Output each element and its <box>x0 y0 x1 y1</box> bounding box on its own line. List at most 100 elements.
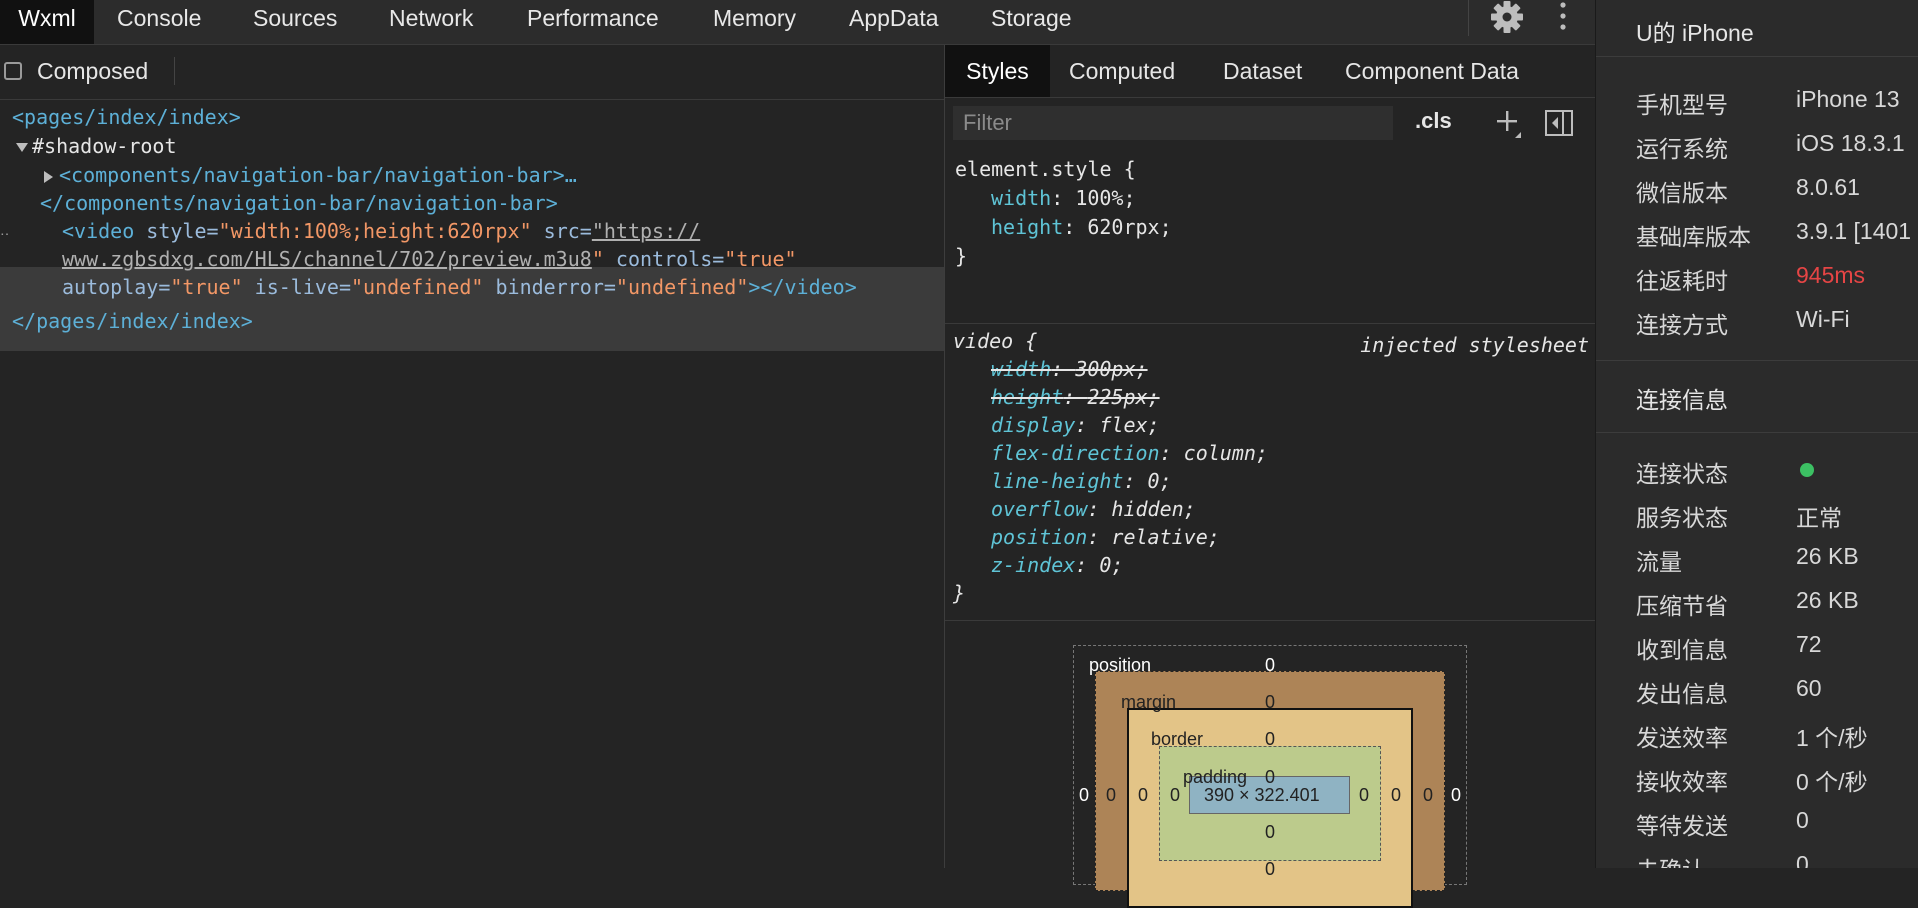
conn-row-status: 连接状态 <box>1636 455 1918 487</box>
info-row-wechat-version: 微信版本 8.0.61 <box>1636 174 1860 206</box>
style-declaration[interactable]: width: 100%; <box>991 184 1136 212</box>
margin-label: margin <box>1121 692 1177 712</box>
tree-node-navigation-bar-close[interactable]: </components/navigation-bar/navigation-b… <box>40 189 558 217</box>
tree-node-pages-close[interactable]: </pages/index/index> <box>12 307 253 335</box>
tab-appdata[interactable]: AppData <box>849 0 939 44</box>
rule-close-brace: } <box>953 581 966 605</box>
tab-wxml[interactable]: Wxml <box>0 0 94 44</box>
styles-tab-bar: Styles Computed Dataset Component Data <box>945 45 1595 98</box>
rule-selector: video { <box>953 329 1038 353</box>
video-src-link[interactable]: "https:// <box>592 219 700 243</box>
style-declaration[interactable]: position: relative; <box>991 523 1220 551</box>
styles-filter-bar: .cls <box>945 98 1595 148</box>
status-dot-icon <box>1800 463 1814 477</box>
style-declaration[interactable]: overflow: hidden; <box>991 495 1196 523</box>
style-declaration[interactable]: display: flex; <box>991 411 1160 439</box>
cls-button[interactable]: .cls <box>1415 108 1452 134</box>
connection-info-heading: 连接信息 <box>1636 387 1728 413</box>
add-rule-icon[interactable] <box>1493 105 1523 139</box>
margin-right-value: 0 <box>1423 785 1434 805</box>
content-size: 390 × 322.401 <box>1204 785 1320 805</box>
tree-node-pages-open[interactable]: <pages/index/index> <box>12 103 241 131</box>
border-right-value: 0 <box>1391 785 1402 805</box>
latency-value: 945ms <box>1796 262 1866 288</box>
conn-row-traffic: 流量 26 KB <box>1636 543 1859 575</box>
tab-storage[interactable]: Storage <box>991 0 1072 44</box>
tab-styles[interactable]: Styles <box>945 45 1050 97</box>
tab-dataset[interactable]: Dataset <box>1223 45 1302 97</box>
position-left-value: 0 <box>1079 785 1090 805</box>
tab-memory[interactable]: Memory <box>713 0 796 44</box>
border-left-value: 0 <box>1138 785 1149 805</box>
toggle-sidebar-icon[interactable] <box>1545 110 1573 136</box>
conn-row-receive-rate: 接收效率 0 个/秒 <box>1636 769 1868 795</box>
style-declaration[interactable]: flex-direction: column; <box>991 439 1268 467</box>
position-top-value: 0 <box>1265 655 1276 675</box>
tab-network[interactable]: Network <box>389 0 473 44</box>
conn-row-compressed: 压缩节省 26 KB <box>1636 587 1859 619</box>
padding-bottom-value: 0 <box>1265 822 1276 842</box>
info-row-os: 运行系统 iOS 18.3.1 <box>1636 130 1905 162</box>
gear-icon[interactable] <box>1488 0 1526 36</box>
tab-sources[interactable]: Sources <box>253 0 337 44</box>
filter-input[interactable] <box>953 106 1393 140</box>
position-label: position <box>1089 655 1152 675</box>
tab-performance[interactable]: Performance <box>527 0 659 44</box>
divider <box>1596 432 1918 433</box>
tree-node-video-line3[interactable]: autoplay="true" is-live="undefined" bind… <box>62 273 857 301</box>
node-ellipsis: ‥ <box>0 223 10 239</box>
style-declaration[interactable]: z-index: 0; <box>991 551 1123 579</box>
tree-node-video[interactable]: <video style="width:100%;height:620rpx" … <box>62 217 700 245</box>
style-declaration-overridden[interactable]: height: 225px; <box>991 383 1160 411</box>
composed-checkbox[interactable] <box>4 62 22 80</box>
box-model-diagram: position 0 margin 0 border 0 padding 0 3… <box>945 621 1595 908</box>
margin-top-value: 0 <box>1265 692 1276 712</box>
styles-panel: Styles Computed Dataset Component Data .… <box>945 45 1595 908</box>
conn-row-received: 收到信息 72 <box>1636 631 1822 663</box>
video-style-rule: video { injected stylesheet width: 300px… <box>945 327 1595 621</box>
info-row-connection-type: 连接方式 Wi-Fi <box>1636 306 1850 338</box>
info-row-latency: 往返耗时 945ms <box>1636 262 1866 294</box>
rule-close-brace: } <box>955 244 968 268</box>
conn-row-sent: 发出信息 60 <box>1636 675 1822 707</box>
border-bottom-value: 0 <box>1265 859 1276 879</box>
info-row-model: 手机型号 iPhone 13 <box>1636 86 1900 118</box>
tab-computed[interactable]: Computed <box>1069 45 1175 97</box>
tree-node-navigation-bar[interactable]: <components/navigation-bar/navigation-ba… <box>44 161 577 189</box>
toolbar-divider <box>174 57 175 85</box>
tree-node-shadow-root[interactable]: #shadow-root <box>16 132 177 160</box>
toolbar-divider <box>1468 0 1469 36</box>
conn-row-service: 服务状态 正常 <box>1636 505 1842 531</box>
wxml-toolbar: Composed <box>0 45 944 100</box>
border-label: border <box>1151 729 1204 749</box>
divider <box>1596 360 1918 361</box>
padding-right-value: 0 <box>1359 785 1370 805</box>
conn-row-send-rate: 发送效率 1 个/秒 <box>1636 725 1868 751</box>
style-declaration-overridden[interactable]: width: 300px; <box>991 355 1148 383</box>
collapse-triangle-icon[interactable] <box>44 170 53 183</box>
composed-label: Composed <box>37 58 149 84</box>
tab-console[interactable]: Console <box>117 0 201 44</box>
tree-node-video-line2[interactable]: www.zgbsdxg.com/HLS/channel/702/preview.… <box>62 245 797 273</box>
divider <box>1596 56 1918 57</box>
margin-left-value: 0 <box>1106 785 1117 805</box>
more-options-icon[interactable] <box>1555 0 1571 36</box>
video-src-link-cont[interactable]: www.zgbsdxg.com/HLS/channel/702/preview.… <box>62 247 592 271</box>
padding-left-value: 0 <box>1170 785 1181 805</box>
devtools-tab-bar: Wxml Console Sources Network Performance… <box>0 0 1596 45</box>
conn-row-pending: 等待发送 0 <box>1636 807 1809 839</box>
style-declaration[interactable]: line-height: 0; <box>991 467 1172 495</box>
expand-triangle-icon[interactable] <box>16 143 28 152</box>
tab-component-data[interactable]: Component Data <box>1345 45 1519 97</box>
conn-row-unacked: 未确认0 <box>1636 851 1809 868</box>
info-row-base-library: 基础库版本 3.9.1 [1401 <box>1636 218 1912 250</box>
rule-selector: element.style { <box>955 157 1136 181</box>
rule-source: injected stylesheet <box>1360 333 1589 357</box>
wxml-panel: Composed <pages/index/index> #shadow-roo… <box>0 45 944 868</box>
element-style-rule: element.style { width: 100%; height: 620… <box>945 151 1595 324</box>
style-declaration[interactable]: height: 620rpx; <box>991 213 1172 241</box>
device-info-panel: U的 iPhone 手机型号 iPhone 13 运行系统 iOS 18.3.1 微… <box>1596 0 1918 868</box>
device-title: U的 iPhone <box>1636 20 1754 46</box>
border-top-value: 0 <box>1265 729 1276 749</box>
position-right-value: 0 <box>1451 785 1462 805</box>
